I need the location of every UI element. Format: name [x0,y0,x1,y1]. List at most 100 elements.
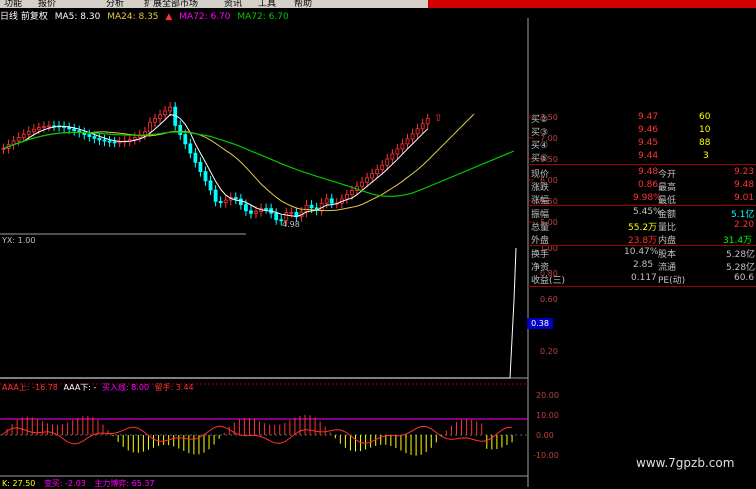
order-row: 买④ 9.45 88 [531,138,756,151]
candle-body [193,152,198,163]
candle-body [87,134,92,137]
order-price: 9.47 [638,112,659,122]
stat-row: 收益(三) 0.117 PE(动) 60.6 [531,273,755,286]
candle-body [344,194,349,200]
candle-body [42,126,46,128]
order-label: 买③ [531,128,549,138]
candle-body [390,153,395,160]
stat-row: 涨幅 9.98% 最低 9.01 [531,193,755,206]
stat-row: 总量 55.2万 量比 2.20 [531,220,755,233]
candle-body [415,128,420,135]
candle-body [213,189,218,202]
candle-body [360,181,364,187]
candle-body [112,141,117,144]
quote-divider [528,286,756,287]
low-price-label: 4.98 [282,220,300,229]
candle-body [405,138,410,145]
quote-divider [528,205,756,206]
candle-body [178,125,183,136]
stat-row: 振幅 5.45% 金额 5.1亿 [531,207,755,220]
candle-body [31,128,36,132]
candlestick-series [1,102,430,226]
order-label: 买⑤ [531,154,549,164]
candle-body [132,137,137,140]
aaa-tick-10: 10.00 [536,411,559,420]
order-row: 买② 9.47 60 [531,112,756,125]
order-volume: 88 [699,138,711,148]
candle-body [97,137,102,141]
candle-body [425,118,430,125]
candle-body [395,148,400,155]
candle-body [47,125,51,128]
aaa-tick-0: 0.00 [536,431,554,440]
candle-body [168,106,173,112]
order-row: 买③ 9.46 10 [531,125,756,138]
candle-body [420,123,425,130]
candle-body [223,199,228,204]
candle-body [16,137,21,142]
candle-body [289,212,294,214]
candle-body [102,139,107,142]
yx-cursor-value: 0.38 [527,318,553,329]
bottom-legend: K: 27.50 变买: -2.03 主力博弈: 65.37 [2,478,155,489]
candle-body [163,110,168,116]
candle-body [385,158,390,166]
candle-body [188,143,193,154]
candle-body [26,131,31,135]
quote-divider [528,164,756,165]
candle-body [254,211,258,214]
order-volume: 3 [703,151,709,161]
candle-body [350,190,354,196]
candle-body [375,169,380,175]
quote-divider [528,245,756,246]
candle-body [36,127,41,130]
candle-body [117,141,122,144]
candle-body [249,210,253,214]
order-label: 买④ [531,141,549,151]
candle-body [324,198,329,204]
candle-body [380,164,385,170]
buy-signal-arrow-icon: ⇧ [434,113,442,124]
candle-body [365,177,370,183]
ma72-line [3,131,515,198]
order-volume: 60 [699,112,711,122]
aaa-up-label: AAA上: -16.78 [2,383,58,392]
buy-line-label: 买入线: 8.00 [101,383,150,392]
candle-body [304,204,309,213]
stat-row: 外盘 23.8万 内盘 31.4万 [531,236,753,246]
candle-body [329,198,334,204]
stat-row: 净资 2.85 流通 5.28亿 [531,260,756,273]
order-price: 9.45 [638,138,659,148]
stat-row: 涨跌 0.86 最高 9.48 [531,180,755,193]
attention-label: 留手: 3.44 [154,383,194,392]
candle-body [243,204,248,212]
candle-body [208,180,213,191]
watermark: www.7gpzb.com [636,456,735,470]
candle-body [153,118,157,123]
candle-body [142,131,147,136]
candle-body [238,198,243,205]
candle-body [400,143,405,150]
candle-body [67,127,72,130]
candle-body [274,212,279,221]
candle-body [183,134,188,145]
candle-body [218,201,223,204]
candle-body [198,161,203,173]
aaa-tick-20: 20.00 [536,391,559,400]
yx-legend: YX: 1.00 [2,236,36,245]
stat-row: 换手 10.47% 股本 5.28亿 [531,247,756,260]
aaa-tick-neg10: -10.00 [533,451,559,460]
yx-tick-020: 0.20 [540,347,558,356]
order-price: 9.44 [638,151,659,161]
aaa-legend: AAA上: -16.78 AAA下: - 买入线: 8.00 留手: 3.44 [2,382,194,393]
yx-tick-060: 0.60 [540,295,558,304]
candle-body [72,128,77,132]
stat-row: 现价 9.48 今开 9.23 [531,167,755,180]
candle-body [21,133,26,138]
candle-body [410,133,415,140]
candle-body [309,204,314,209]
order-price: 9.46 [638,125,659,135]
candle-body [148,121,152,133]
candle-body [158,114,162,119]
candle-body [203,171,208,182]
